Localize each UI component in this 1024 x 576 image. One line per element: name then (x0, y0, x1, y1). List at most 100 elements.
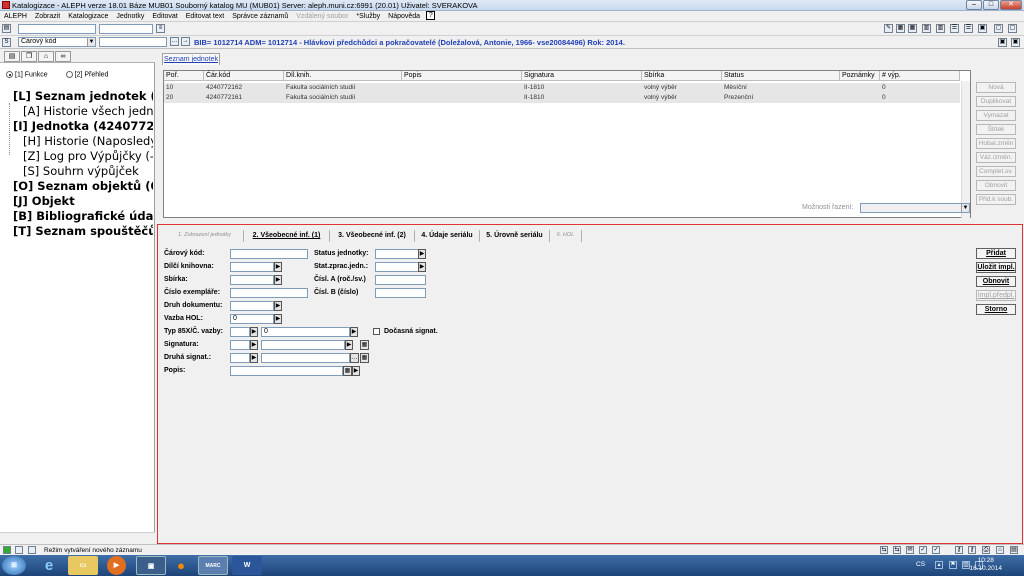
tab-tree-icon[interactable]: ▤ (4, 51, 20, 62)
folder-icon[interactable]: ▤ (2, 24, 11, 33)
status-icon-4[interactable]: ✓ (919, 546, 927, 554)
second-callno-field[interactable] (261, 353, 350, 363)
sublibrary-field[interactable] (230, 262, 274, 272)
radio-prehled[interactable] (65, 71, 73, 78)
window-tile-icon[interactable]: ▣ (998, 38, 1007, 47)
hobal-zmen-button[interactable]: Hobal.změn (976, 138, 1016, 149)
marc-icon[interactable]: MARC (198, 556, 228, 575)
column-header-signatura[interactable]: Signatura (522, 71, 642, 81)
menu-item-napoveda[interactable]: Nápověda (384, 11, 424, 22)
flag-icon[interactable]: ⚑ (949, 561, 957, 569)
menu-item-zobrazit[interactable]: Zobrazit (31, 11, 64, 22)
tree-item[interactable]: [T] Seznam spouštěčů (3, 224, 153, 239)
material-type-field[interactable] (230, 301, 274, 311)
link-number-arrow-icon[interactable]: ▶ (350, 327, 358, 337)
tray-arrow-icon[interactable]: ▴ (935, 561, 943, 569)
link-number-field[interactable]: 0 (261, 327, 350, 337)
item-status-arrow-icon[interactable]: ▶ (418, 249, 426, 259)
tab-binoculars-icon[interactable]: ∞ (55, 51, 71, 62)
process-status-arrow-icon[interactable]: ▶ (418, 262, 426, 272)
obnovit-button[interactable]: Obnovit (976, 180, 1016, 191)
key-icon-2[interactable]: ⚷ (968, 546, 976, 554)
search-type-select[interactable]: Čárový kód ▼ (18, 37, 96, 47)
duplikovat-button[interactable]: Duplikovat (976, 96, 1016, 107)
tree-item[interactable]: [O] Seznam objektů (0) (3, 179, 153, 194)
menu-item-sluzby[interactable]: *Služby (352, 11, 384, 22)
column-header-car-kod[interactable]: Čár.kód (204, 71, 284, 81)
arrow-right-icon[interactable]: → (181, 37, 190, 46)
media-player-icon[interactable]: ▶ (107, 556, 126, 575)
status-icon-1[interactable]: ⇆ (880, 546, 888, 554)
house-icon[interactable]: ⌂ (996, 546, 1004, 554)
panel-icon-2[interactable]: ▢ (1008, 24, 1017, 33)
close-button[interactable]: ✕ (1000, 0, 1022, 10)
explorer-icon[interactable]: ▭ (68, 556, 98, 575)
type-85x-field[interactable] (230, 327, 250, 337)
chevron-down-icon[interactable]: ▼ (961, 204, 969, 212)
column-header-poznamky[interactable]: Poznámky (840, 71, 880, 81)
menu-item-editovat[interactable]: Editovat (148, 11, 181, 22)
help-button[interactable]: ? (426, 11, 436, 21)
column-header-sbirka[interactable]: Sbírka (642, 71, 722, 81)
grid-icon[interactable]: ▦ (896, 24, 905, 33)
toolbar-field-empty-2[interactable] (99, 24, 153, 34)
material-type-arrow-icon[interactable]: ▶ (274, 301, 282, 311)
list-view-icon[interactable]: ☰ (950, 24, 959, 33)
pridat-button[interactable]: Přidat (976, 248, 1016, 259)
second-callno-ellipsis-icon[interactable]: … (350, 353, 359, 363)
collection-field[interactable] (230, 275, 274, 285)
edit-icon[interactable]: ✎ (884, 24, 893, 33)
ie-icon[interactable]: e (34, 556, 64, 575)
status-icon-2[interactable]: ⇆ (893, 546, 901, 554)
table-icon[interactable]: ▥ (922, 24, 931, 33)
ulozit-impl-button[interactable]: Uložit impl. (976, 262, 1016, 273)
tree-item[interactable]: [A] Historie všech jednote (3, 104, 153, 119)
tab-3-vseobecne-inf-2[interactable]: 3. Všeobecné inf. (2) (330, 230, 415, 242)
column-header-vyp[interactable]: # výp. (880, 71, 960, 81)
stitek-button[interactable]: Štítek (976, 124, 1016, 135)
ellipsis-icon[interactable]: … (170, 37, 179, 46)
tab-4-udaje-serialu[interactable]: 4. Údaje seriálu (415, 230, 480, 242)
table-icon-2[interactable]: ▥ (936, 24, 945, 33)
chevron-down-icon[interactable]: ▼ (87, 38, 95, 46)
column-header-dil-knih[interactable]: Díl.knih. (284, 71, 402, 81)
start-icon[interactable]: ⊞ (2, 556, 26, 575)
tab-5-urovne-serialu[interactable]: 5. Úrovně seriálu (480, 230, 550, 242)
tab-2-vseobecne-inf-1[interactable]: 2. Všeobecné inf. (1) (244, 230, 330, 242)
word-icon[interactable]: W (232, 556, 262, 575)
description-arrow-icon[interactable]: ▶ (352, 366, 360, 376)
window-tile-icon-2[interactable]: ▣ (1011, 38, 1020, 47)
grid-icon-2[interactable]: ▦ (908, 24, 917, 33)
column-header-popis[interactable]: Popis (402, 71, 522, 81)
sort-options-select[interactable]: ▼ (860, 203, 970, 213)
tree-item[interactable]: [B] Bibliografické údaje (3, 209, 153, 224)
barcode-field[interactable] (230, 249, 308, 259)
tab-copy-icon[interactable]: ❐ (21, 51, 37, 62)
book-icon[interactable]: ▤ (1010, 546, 1018, 554)
tree-item[interactable]: [I] Jednotka (424077216 (3, 119, 153, 134)
toolbar-field-empty[interactable] (18, 24, 96, 34)
enumeration-b-field[interactable] (375, 288, 426, 298)
aleph-icon[interactable]: ▣ (136, 556, 166, 575)
tab-6-hol[interactable]: 6. HOL (550, 230, 582, 242)
tree-item[interactable]: [J] Objekt (3, 194, 153, 209)
left-horizontal-scrollbar[interactable] (0, 532, 155, 541)
key-icon[interactable]: ⚷ (955, 546, 963, 554)
grid-vertical-scrollbar[interactable] (961, 81, 970, 218)
impl-predpl-button[interactable]: Impl.předpl. (976, 290, 1016, 301)
enumeration-a-field[interactable] (375, 275, 426, 285)
temporary-callno-checkbox[interactable] (373, 328, 380, 335)
storno-button[interactable]: Storno (976, 304, 1016, 315)
complet-sv-button[interactable]: Complet.sv. (976, 166, 1016, 177)
column-header-por[interactable]: Poř. (164, 71, 204, 81)
item-status-field[interactable] (375, 249, 419, 259)
vaz-zmen-button[interactable]: Váz./změn. (976, 152, 1016, 163)
panel-icon[interactable]: ▢ (994, 24, 1003, 33)
obnovit-button[interactable]: Obnovit (976, 276, 1016, 287)
tab-1-zobrazeni-jednotky[interactable]: 1. Zobrazení jednotky (166, 230, 244, 242)
tree-item[interactable]: [H] Historie (Naposledy al (3, 134, 153, 149)
printer-icon[interactable]: ⎙ (982, 546, 990, 554)
table-row[interactable]: 10 4240772162 Fakulta sociálních studií II-… (164, 83, 962, 93)
callno-field[interactable] (261, 340, 345, 350)
radio-funkce[interactable] (6, 71, 13, 78)
